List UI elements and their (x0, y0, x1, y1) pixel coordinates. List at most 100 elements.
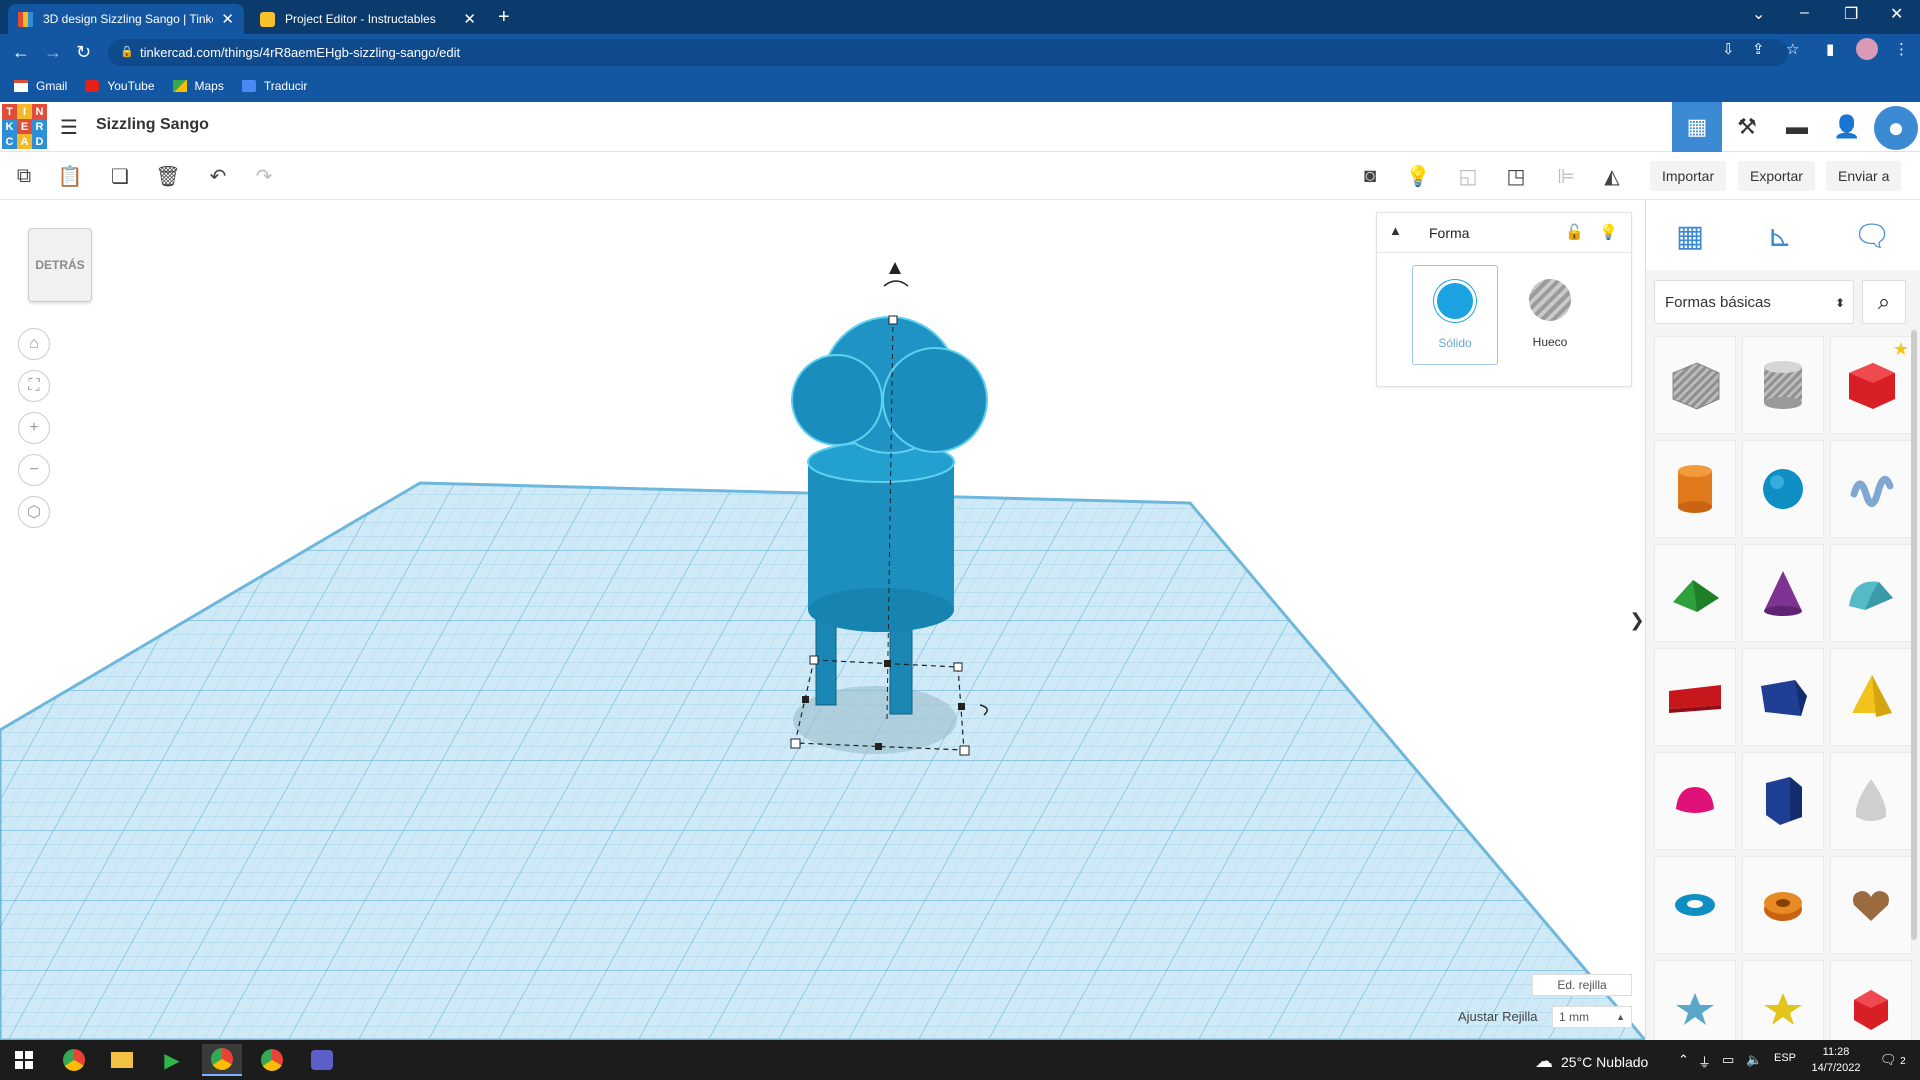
copy-button[interactable]: ⧉ (10, 162, 38, 190)
minimize-icon[interactable]: – (1800, 4, 1809, 22)
user-avatar[interactable]: ● (1874, 106, 1918, 150)
shape-cylinder[interactable] (1654, 440, 1736, 538)
group-button[interactable]: ◱ (1454, 162, 1482, 190)
edit-grid-button[interactable]: Ed. rejilla (1532, 974, 1632, 996)
shape-sphere[interactable] (1742, 440, 1824, 538)
duplicate-button[interactable]: ❏ (106, 162, 134, 190)
model-eye-right[interactable] (882, 347, 988, 453)
taskbar-chrome-2[interactable] (252, 1044, 292, 1076)
invite-button[interactable]: 👤 (1822, 102, 1872, 152)
perspective-button[interactable]: ⬡ (18, 496, 50, 528)
taskbar-media[interactable]: ▶ (152, 1044, 192, 1076)
ungroup-button[interactable]: ◳ (1502, 162, 1530, 190)
workplane-tool-button[interactable]: ▦ (1668, 214, 1712, 258)
build-button[interactable]: ⚒ (1722, 102, 1772, 152)
back-arrow-icon[interactable]: ← (12, 42, 30, 63)
snap-grid-select[interactable]: 1 mm ▲ (1552, 1006, 1632, 1028)
ruler-tool-button[interactable]: ⊾ (1758, 214, 1802, 258)
send-to-button[interactable]: Enviar a (1826, 161, 1902, 191)
lift-arrow-icon[interactable] (889, 262, 901, 274)
notes-tool-button[interactable]: 🗨 (1850, 214, 1894, 258)
lock-icon[interactable]: 🔓 (1565, 223, 1584, 241)
paste-button[interactable]: 📋 (56, 162, 84, 190)
tinkercad-logo[interactable]: T I N K E R C A D (2, 104, 47, 149)
close-icon[interactable]: ✕ (463, 10, 476, 28)
tab-tinkercad[interactable]: 3D design Sizzling Sango | Tinker ✕ (8, 4, 244, 34)
shape-text[interactable] (1654, 648, 1736, 746)
design-title[interactable]: Sizzling Sango (96, 116, 209, 134)
network-icon[interactable]: ▭ (1722, 1052, 1734, 1068)
tray-expand-icon[interactable]: ⌃ (1678, 1052, 1689, 1068)
taskbar-explorer[interactable] (102, 1044, 142, 1076)
3d-view-button[interactable]: ▦ (1672, 102, 1722, 152)
tab-instructables[interactable]: Project Editor - Instructables ✕ (250, 4, 486, 34)
share-icon[interactable]: ⇪ (1752, 40, 1765, 58)
restore-icon[interactable]: ❐ (1844, 4, 1858, 24)
library-scrollbar[interactable] (1911, 330, 1917, 940)
shape-roof[interactable] (1654, 544, 1736, 642)
shape-pyramid[interactable] (1830, 648, 1912, 746)
shape-polygon[interactable] (1742, 752, 1824, 850)
export-button[interactable]: Exportar (1738, 161, 1815, 191)
search-shapes-button[interactable]: ⌕ (1862, 280, 1906, 324)
align-button[interactable]: ⊫ (1552, 162, 1580, 190)
new-tab-button[interactable]: + (498, 6, 510, 29)
resize-handle[interactable] (802, 696, 809, 703)
mirror-button[interactable]: ◭ (1598, 162, 1626, 190)
fit-view-button[interactable]: ⛶ (18, 370, 50, 402)
bookmark-traducir[interactable]: Traducir (241, 79, 307, 93)
shape-cone[interactable] (1742, 544, 1824, 642)
zoom-out-button[interactable]: − (18, 454, 50, 486)
side-panel-icon[interactable]: ▮ (1826, 40, 1834, 58)
bookmark-gmail[interactable]: Gmail (14, 79, 67, 93)
panel-toggle[interactable]: ❯ (1629, 600, 1645, 640)
volume-icon[interactable]: 🔈 (1746, 1052, 1762, 1068)
system-clock[interactable]: 11:28 14/7/2022 (1808, 1044, 1864, 1076)
shape-prism[interactable] (1742, 648, 1824, 746)
url-input[interactable]: 🔒 tinkercad.com/things/4rR8aemEHgb-sizzl… (108, 39, 1788, 66)
undo-button[interactable]: ↶ (204, 162, 232, 190)
resize-handle[interactable] (790, 738, 801, 749)
view-cube[interactable]: DETRÁS (28, 228, 92, 302)
notifications-button[interactable]: 🗨 2 (1880, 1052, 1906, 1068)
delete-button[interactable]: 🗑 (154, 162, 182, 190)
usb-icon[interactable]: ⏚ (1698, 1052, 1711, 1071)
taskbar-chrome[interactable] (54, 1044, 94, 1076)
resize-handle[interactable] (875, 743, 882, 750)
height-handle[interactable] (888, 315, 898, 325)
model-eye-left[interactable] (791, 354, 883, 446)
bookmark-star-icon[interactable]: ☆ (1786, 40, 1799, 58)
weather-widget[interactable]: ☁ 25°C Nublado (1535, 1051, 1648, 1072)
resize-handle[interactable] (958, 703, 965, 710)
forward-arrow-icon[interactable]: → (44, 42, 62, 63)
hole-option[interactable]: Hueco (1507, 265, 1593, 365)
solid-option[interactable]: Sólido (1412, 265, 1498, 365)
shape-box-hole[interactable] (1654, 336, 1736, 434)
collapse-icon[interactable]: ▲ (1389, 223, 1402, 238)
resize-handle[interactable] (953, 662, 963, 672)
show-all-button[interactable]: 💡 (1404, 162, 1432, 190)
shape-torus[interactable] (1654, 856, 1736, 954)
design-list-icon[interactable]: ☰ (60, 115, 78, 140)
shape-tube[interactable] (1742, 856, 1824, 954)
language-indicator[interactable]: ESP (1774, 1052, 1796, 1064)
taskbar-teams[interactable] (302, 1044, 342, 1076)
home-view-button[interactable]: ⌂ (18, 328, 50, 360)
blocks-button[interactable]: ▬ (1772, 102, 1822, 152)
tab-search-icon[interactable]: ⌄ (1752, 4, 1765, 24)
lightbulb-icon[interactable]: 💡 (1599, 223, 1618, 241)
shape-cone-egg[interactable] (1830, 752, 1912, 850)
shape-heart[interactable] (1830, 856, 1912, 954)
rotate-handle-icon[interactable] (883, 280, 909, 287)
reload-icon[interactable]: ↻ (76, 42, 91, 63)
redo-button[interactable]: ↷ (250, 162, 278, 190)
profile-avatar-icon[interactable] (1856, 38, 1878, 60)
menu-kebab-icon[interactable]: ⋮ (1894, 40, 1909, 58)
model-body[interactable] (807, 441, 955, 632)
shape-box[interactable]: ★ (1830, 336, 1912, 434)
taskbar-chrome-active[interactable] (202, 1044, 242, 1076)
shape-round-roof[interactable] (1830, 544, 1912, 642)
import-button[interactable]: Importar (1650, 161, 1727, 191)
resize-handle[interactable] (884, 660, 891, 667)
start-button[interactable] (4, 1044, 44, 1076)
